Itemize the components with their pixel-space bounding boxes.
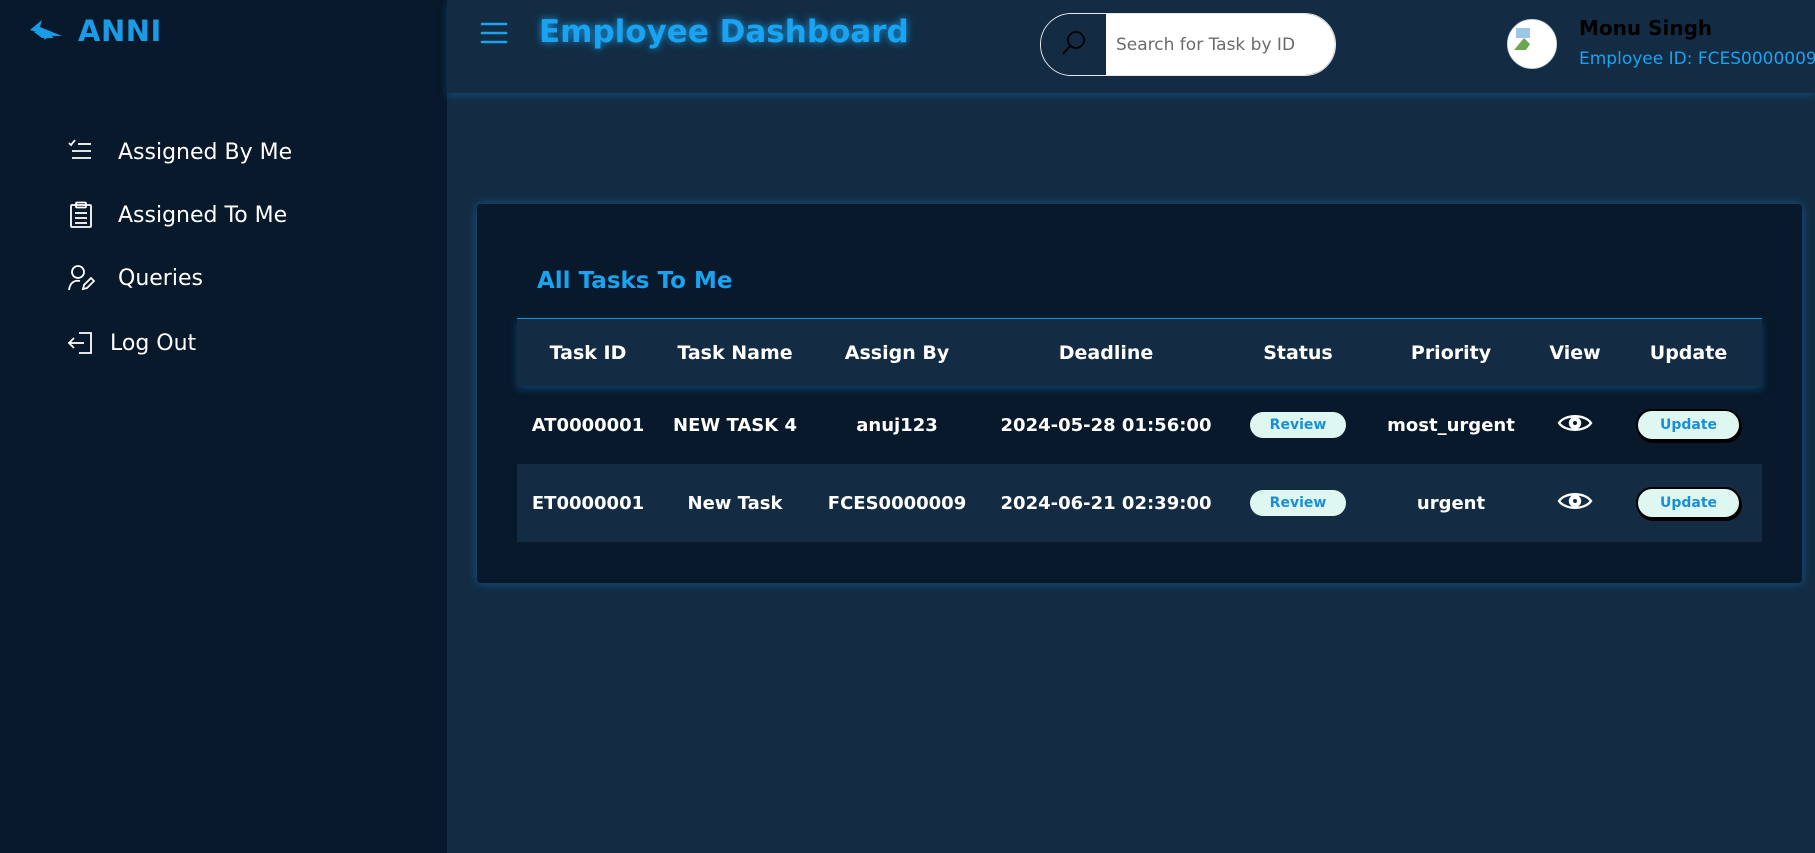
avatar[interactable] (1507, 19, 1557, 69)
search-input[interactable] (1106, 14, 1335, 75)
user-edit-icon (66, 263, 96, 293)
table-row: AT0000001 NEW TASK 4 anuj123 2024-05-28 … (517, 386, 1762, 464)
sidebar-item-label: Log Out (110, 330, 197, 356)
search-bar (1040, 13, 1336, 76)
deadline: 2024-06-21 02:39:00 (1000, 492, 1212, 514)
status-cell: Review (1229, 412, 1367, 438)
tasks-card: All Tasks To Me Task ID Task Name Assign… (477, 204, 1802, 583)
sidebar-item-label: Assigned By Me (118, 139, 293, 165)
eye-icon[interactable] (1557, 489, 1593, 513)
priority: most_urgent (1387, 414, 1515, 436)
task-id: AT0000001 (531, 414, 645, 436)
column-header: Update (1649, 341, 1728, 364)
tasks-table: Task ID Task Name Assign By Deadline Sta… (517, 318, 1762, 542)
search-icon (1060, 29, 1088, 61)
sidebar-item-queries[interactable]: Queries (66, 258, 203, 298)
task-name: New Task (687, 492, 783, 514)
task-id: ET0000001 (531, 492, 645, 514)
eye-icon[interactable] (1557, 411, 1593, 435)
sidebar-item-label: Queries (118, 265, 203, 291)
column-header: Status (1263, 341, 1333, 364)
card-title: All Tasks To Me (537, 268, 733, 294)
view-cell (1535, 411, 1615, 440)
deadline: 2024-05-28 01:56:00 (1000, 414, 1212, 436)
view-cell (1535, 489, 1615, 518)
update-cell: Update (1615, 487, 1762, 519)
sidebar-item-logout[interactable]: Log Out (66, 323, 196, 363)
brand[interactable]: ANNI (28, 14, 162, 48)
brand-name: ANNI (78, 14, 162, 48)
checklist-icon (66, 137, 96, 167)
status-badge[interactable]: Review (1249, 412, 1347, 438)
column-header: Task ID (549, 341, 627, 364)
sidebar-item-assigned-by-me[interactable]: Assigned By Me (66, 132, 292, 172)
table-row: ET0000001 New Task FCES0000009 2024-06-2… (517, 464, 1762, 542)
assign-by: anuj123 (856, 414, 938, 436)
sidebar-item-label: Assigned To Me (118, 202, 288, 228)
column-header: Assign By (844, 341, 950, 364)
user-name: Monu Singh (1579, 16, 1713, 40)
logout-icon (66, 328, 96, 358)
top-header: Employee Dashboard Monu Singh Employee I… (447, 0, 1815, 93)
column-header: Deadline (1058, 341, 1154, 364)
search-button[interactable] (1041, 14, 1106, 75)
page-title: Employee Dashboard (539, 14, 909, 50)
table-header: Task ID Task Name Assign By Deadline Sta… (517, 318, 1762, 386)
employee-id: Employee ID: FCES0000009 (1579, 49, 1815, 69)
sidebar-item-assigned-to-me[interactable]: Assigned To Me (66, 195, 287, 235)
bird-logo-icon (28, 16, 64, 46)
clipboard-icon (66, 200, 96, 230)
update-button[interactable]: Update (1635, 409, 1742, 441)
column-header: Task Name (677, 341, 793, 364)
update-button[interactable]: Update (1635, 487, 1742, 519)
column-header: View (1549, 341, 1601, 364)
column-header: Priority (1410, 341, 1492, 364)
status-cell: Review (1229, 490, 1367, 516)
update-cell: Update (1615, 409, 1762, 441)
task-name: NEW TASK 4 (673, 414, 797, 436)
assign-by: FCES0000009 (827, 492, 967, 514)
status-badge[interactable]: Review (1249, 490, 1347, 516)
sidebar: ANNI Assigned By Me Assigned To Me Queri… (0, 0, 447, 853)
hamburger-icon[interactable] (479, 18, 509, 48)
priority: urgent (1416, 492, 1486, 514)
